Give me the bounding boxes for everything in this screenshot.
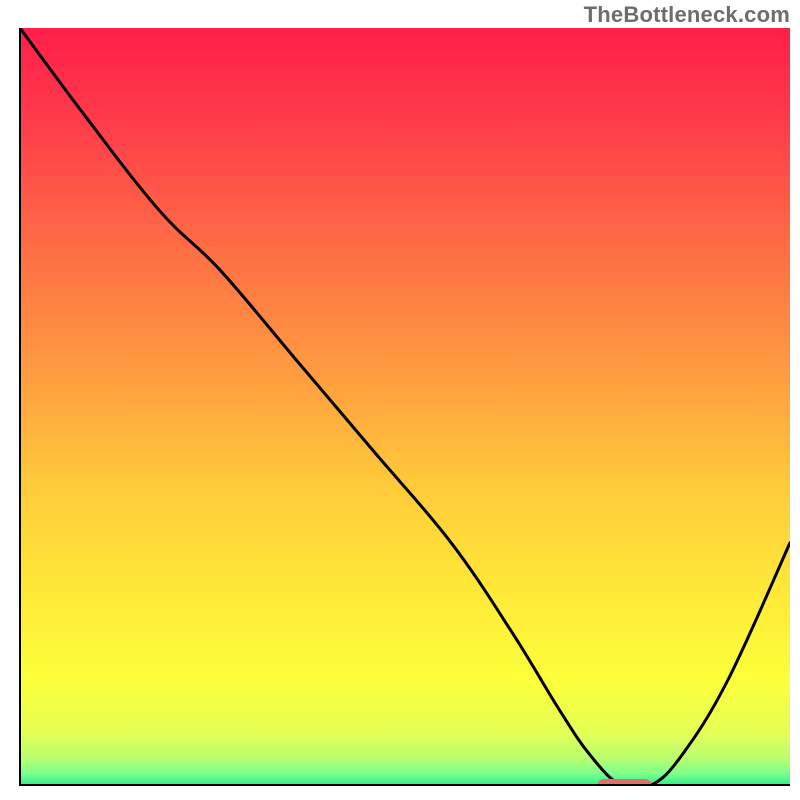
chart-svg — [0, 0, 800, 800]
plot-background — [20, 28, 790, 785]
chart-container: TheBottleneck.com — [0, 0, 800, 800]
